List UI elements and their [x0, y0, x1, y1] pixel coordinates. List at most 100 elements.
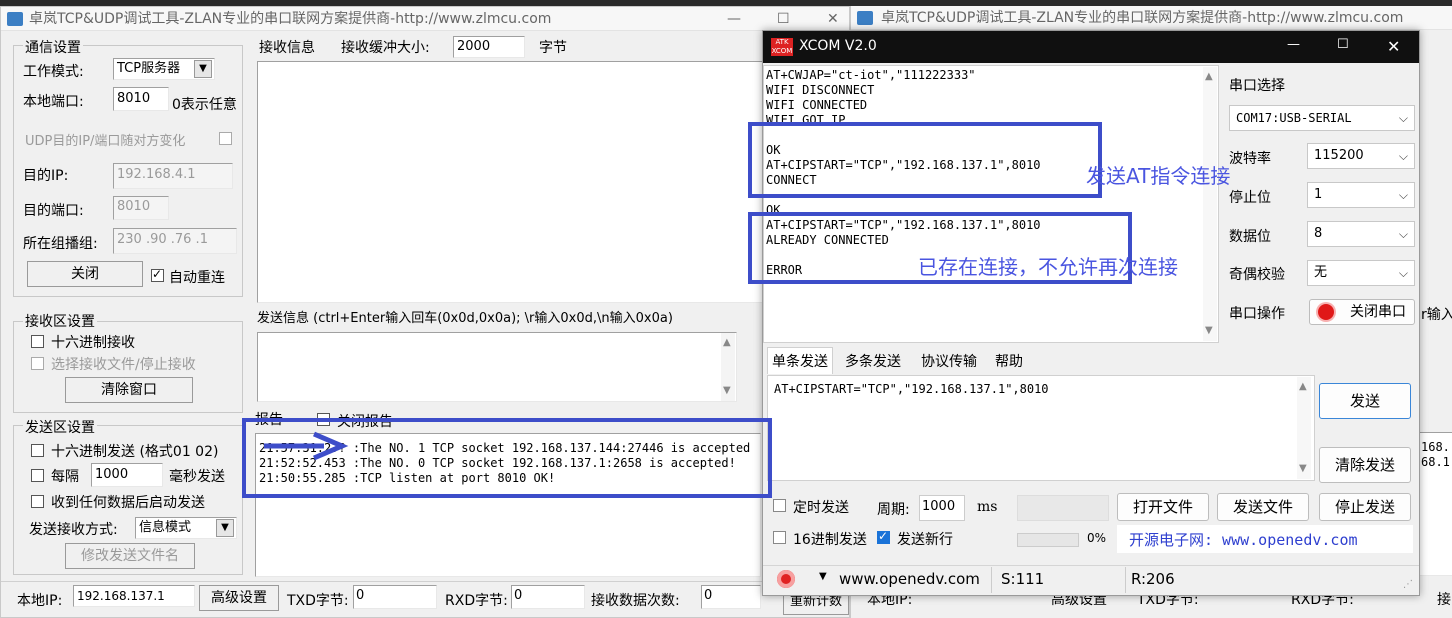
period-input[interactable]: 1000	[919, 495, 965, 521]
hex-send-checkbox[interactable]	[773, 531, 786, 544]
serial-select-label: 串口选择	[1229, 78, 1285, 94]
annotation-box-connect	[748, 122, 1102, 198]
auto-reconnect-checkbox[interactable]	[151, 267, 164, 282]
hex-recv-checkbox[interactable]	[31, 335, 44, 348]
auto-send-checkbox[interactable]	[31, 495, 44, 508]
ad-text[interactable]: 开源电子网: www.openedv.com	[1129, 529, 1358, 550]
xcom-recv-scrollbar[interactable]: ▲ ▼	[1203, 67, 1217, 341]
serial-port-select[interactable]: COM17:USB-SERIAL ⌵	[1229, 105, 1415, 131]
xcom-tab-bar: 单条发送 多条发送 协议传输 帮助	[763, 347, 1219, 374]
open-file-button[interactable]: 打开文件	[1117, 493, 1209, 521]
left-window: 卓岚TCP&UDP调试工具-ZLAN专业的串口联网方案提供商-http://ww…	[0, 6, 850, 618]
stop-send-button[interactable]: 停止发送	[1319, 493, 1411, 521]
recv-file-label: 选择接收文件/停止接收	[51, 357, 196, 373]
app-icon	[857, 11, 873, 25]
comm-settings-label: 通信设置	[23, 37, 83, 57]
dropdown-icon[interactable]: ▼	[819, 571, 827, 582]
receive-label: 接收信息	[259, 40, 315, 56]
xcom-log-line: WIFI CONNECTED	[766, 98, 868, 112]
send-mode-select[interactable]: 信息模式 ▼	[135, 517, 237, 539]
send-progress-bar	[1017, 533, 1079, 547]
close-port-button[interactable]: 关闭串口	[1309, 299, 1415, 325]
annotation-arrow-icon	[264, 431, 349, 461]
tab-protocol[interactable]: 协议传输	[921, 351, 977, 371]
dest-port-input[interactable]: 8010	[113, 196, 169, 220]
scroll-down-icon[interactable]: ▼	[1205, 325, 1213, 336]
dest-ip-input[interactable]: 192.168.4.1	[113, 163, 233, 189]
receive-area[interactable]	[257, 61, 763, 303]
tab-multi-send[interactable]: 多条发送	[845, 351, 901, 371]
right-partial-1: r输入	[1421, 307, 1452, 323]
baud-select[interactable]: 115200 ⌵	[1307, 143, 1415, 169]
chevron-down-icon: ⌵	[1398, 266, 1408, 280]
send-mode-label: 发送接收方式:	[29, 522, 118, 538]
scroll-down-icon[interactable]: ▼	[723, 385, 731, 396]
close-button[interactable]: 关闭	[27, 261, 143, 287]
right-partial-3: 68.1	[1421, 455, 1450, 469]
send-scrollbar[interactable]: ▲ ▼	[721, 333, 735, 401]
clear-window-button[interactable]: 清除窗口	[65, 377, 193, 403]
every-ms-label: 毫秒发送	[169, 469, 225, 485]
send-area[interactable]	[257, 332, 737, 402]
parity-label: 奇偶校验	[1229, 267, 1285, 283]
status-send-count: S:111	[1001, 570, 1045, 588]
minimize-icon[interactable]: —	[727, 7, 741, 30]
local-ip-input[interactable]: 192.168.137.1	[73, 585, 195, 607]
maximize-icon[interactable]: ☐	[1337, 37, 1349, 52]
close-icon[interactable]: ✕	[1387, 37, 1400, 56]
advanced-button[interactable]: 高级设置	[199, 585, 279, 611]
timed-send-label: 定时发送	[793, 500, 849, 516]
scroll-up-icon[interactable]: ▲	[723, 337, 731, 348]
recv-file-checkbox[interactable]	[31, 357, 44, 370]
progress-label: 0%	[1087, 531, 1107, 545]
xcom-receive-area[interactable]: AT+CWJAP="ct-iot","111222333" WIFI DISCON…	[763, 65, 1219, 343]
close-icon[interactable]: ✕	[827, 7, 839, 30]
tab-single-send[interactable]: 单条发送	[767, 347, 833, 374]
buffer-input[interactable]: 2000	[453, 36, 525, 58]
xcom-title: XCOM V2.0	[799, 38, 877, 54]
multicast-input[interactable]: 230 .90 .76 .1	[113, 228, 237, 254]
data-bits-select[interactable]: 8 ⌵	[1307, 221, 1415, 247]
status-url[interactable]: www.openedv.com	[839, 570, 980, 588]
mode-select[interactable]: TCP服务器 ▼	[113, 58, 215, 80]
send-button[interactable]: 发送	[1319, 383, 1411, 419]
every-input[interactable]: 1000	[91, 463, 163, 487]
resize-grip-icon[interactable]: ⋰	[1403, 579, 1413, 590]
clear-send-button[interactable]: 清除发送	[1319, 447, 1411, 483]
file-path-field	[1017, 495, 1109, 521]
stop-bits-label: 停止位	[1229, 190, 1271, 206]
buffer-unit: 字节	[539, 40, 567, 56]
stop-bits-select[interactable]: 1 ⌵	[1307, 182, 1415, 208]
udp-checkbox[interactable]	[219, 132, 232, 145]
period-ms-label: ms	[977, 499, 998, 515]
maximize-icon[interactable]: ☐	[777, 7, 790, 30]
timed-send-checkbox[interactable]	[773, 499, 786, 512]
tab-help[interactable]: 帮助	[995, 351, 1023, 371]
xcom-send-scrollbar[interactable]: ▲ ▼	[1297, 377, 1311, 479]
udp-label: UDP目的IP/端口随对方变化	[25, 134, 186, 149]
every-checkbox[interactable]	[31, 469, 44, 482]
left-titlebar: 卓岚TCP&UDP调试工具-ZLAN专业的串口联网方案提供商-http://ww…	[1, 7, 849, 31]
rxd-label: RXD字节:	[445, 593, 508, 609]
xcom-send-text: AT+CIPSTART="TCP","192.168.137.1",8010	[774, 382, 1049, 396]
newline-checkbox[interactable]	[877, 529, 890, 544]
chevron-down-icon: ⌵	[1398, 111, 1408, 125]
xcom-send-input[interactable]: AT+CIPSTART="TCP","192.168.137.1",8010	[767, 375, 1315, 481]
edit-send-file-button[interactable]: 修改发送文件名	[65, 543, 195, 569]
left-title: 卓岚TCP&UDP调试工具-ZLAN专业的串口联网方案提供商-http://ww…	[29, 11, 552, 27]
hex-send-label: 16进制发送	[793, 532, 867, 548]
right-title: 卓岚TCP&UDP调试工具-ZLAN专业的串口联网方案提供商-http://ww…	[881, 10, 1404, 26]
parity-select[interactable]: 无 ⌵	[1307, 260, 1415, 286]
hex-send-checkbox[interactable]	[31, 444, 44, 457]
port-op-label: 串口操作	[1229, 306, 1285, 322]
xcom-logo-icon: ATK XCOM	[771, 38, 793, 56]
send-file-button[interactable]: 发送文件	[1217, 493, 1309, 521]
port-input[interactable]: 8010	[113, 87, 169, 111]
scroll-down-icon[interactable]: ▼	[1299, 463, 1307, 474]
scroll-up-icon[interactable]: ▲	[1299, 381, 1307, 392]
scroll-up-icon[interactable]: ▲	[1205, 71, 1213, 82]
newline-label: 发送新行	[897, 532, 953, 548]
minimize-icon[interactable]: —	[1287, 37, 1300, 52]
dest-ip-label: 目的IP:	[23, 168, 69, 184]
settings-icon[interactable]	[777, 570, 795, 588]
